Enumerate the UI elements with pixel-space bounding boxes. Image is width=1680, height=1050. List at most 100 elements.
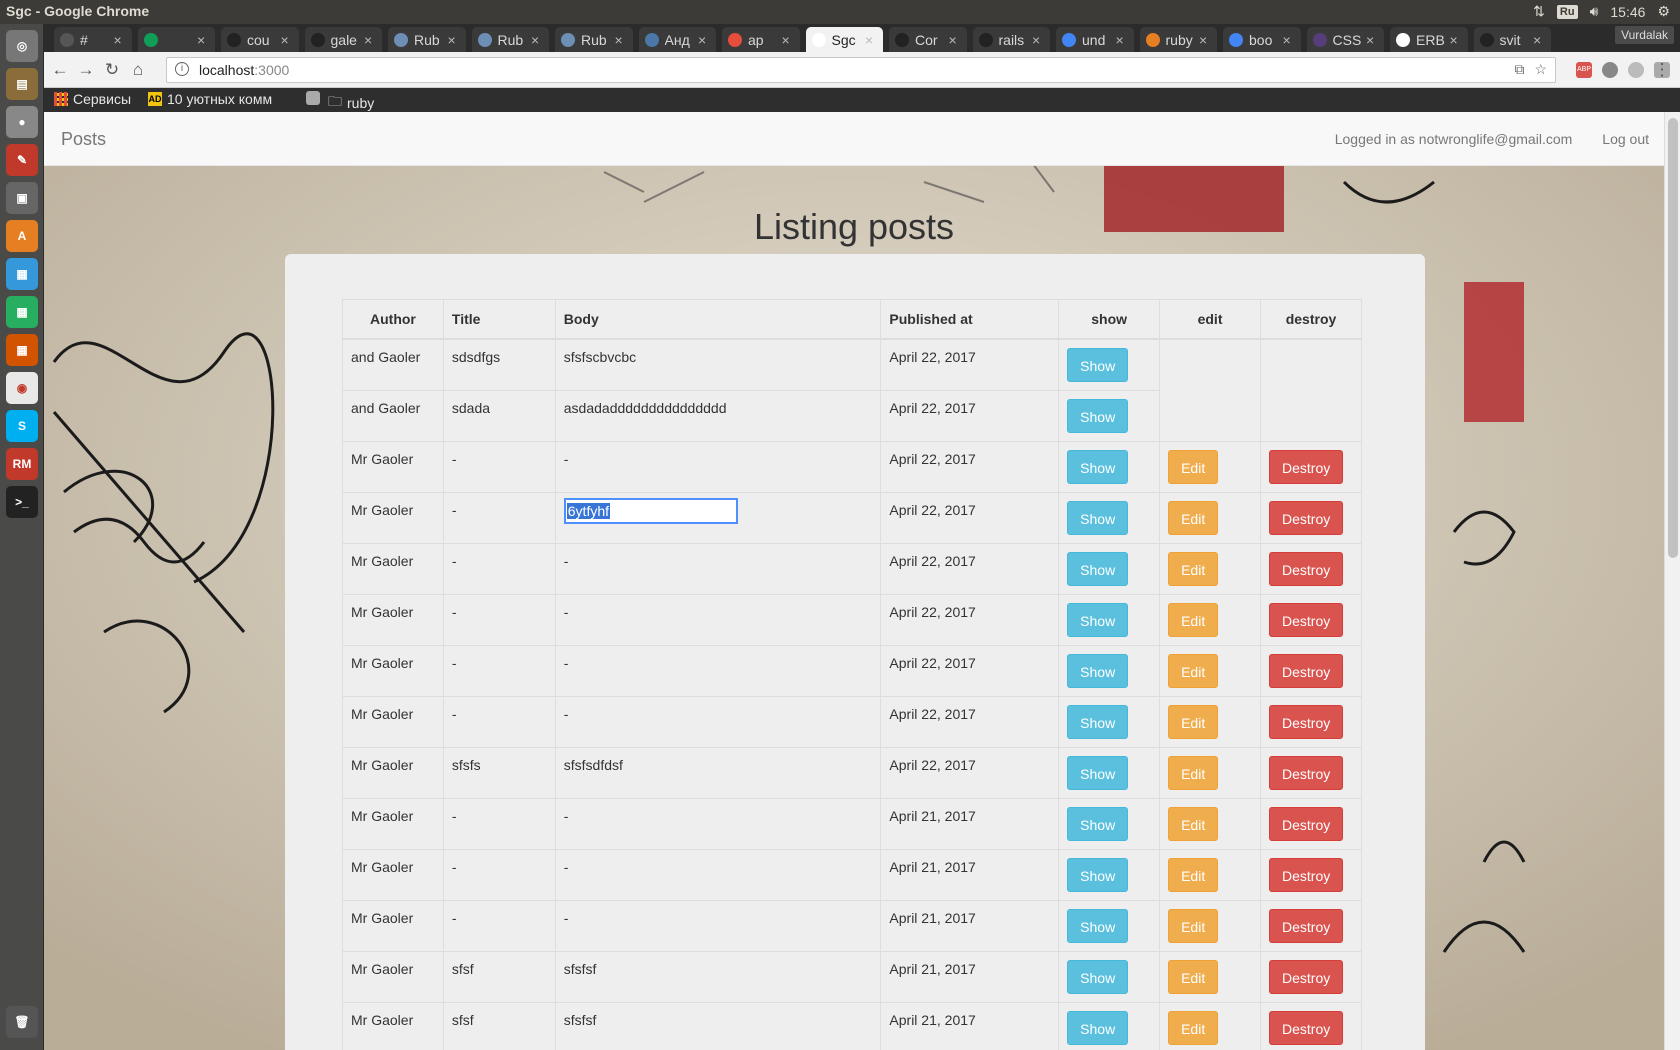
page-scrollbar[interactable] [1664,112,1680,1050]
tab-close-icon[interactable]: × [448,32,462,48]
browser-tab[interactable]: ruby × [1139,27,1217,52]
tab-close-icon[interactable]: × [281,32,295,48]
forward-icon[interactable]: → [76,60,96,80]
bookmark-apps[interactable]: Сервисы [54,91,131,107]
reload-icon[interactable]: ↻ [102,60,122,80]
home-icon[interactable]: ⌂ [128,60,148,80]
browser-tab[interactable]: cou × [221,27,299,52]
tab-close-icon[interactable]: × [865,32,879,48]
profile-button[interactable]: Vurdalak [1615,26,1674,44]
extension-circle-icon[interactable] [1628,62,1644,78]
tab-close-icon[interactable]: × [1283,32,1297,48]
destroy-button[interactable]: Destroy [1269,1010,1344,1045]
destroy-button[interactable]: Destroy [1269,449,1344,484]
keyboard-layout-indicator[interactable]: Ru [1556,4,1578,19]
calc-icon[interactable]: ▦ [6,296,38,328]
destroy-button[interactable]: Destroy [1269,806,1344,841]
edit-button[interactable]: Edit [1168,449,1219,484]
show-button[interactable]: Show [1067,1010,1129,1045]
bookmark-star-icon[interactable]: ☆ [1534,61,1547,78]
show-button[interactable]: Show [1067,602,1129,637]
browser-tab[interactable]: Rub × [555,27,633,52]
adblock-icon[interactable]: ABP [1576,62,1592,78]
edit-button[interactable]: Edit [1168,857,1219,892]
browser-tab[interactable]: und × [1056,27,1134,52]
browser-tab[interactable]: ERB × [1390,27,1468,52]
edit-button[interactable]: Edit [1168,959,1219,994]
destroy-button[interactable]: Destroy [1269,500,1344,535]
browser-tab[interactable]: gale × [304,27,382,52]
logout-link[interactable]: Log out [1587,131,1664,147]
edit-button[interactable]: Edit [1168,704,1219,739]
destroy-button[interactable]: Destroy [1269,755,1344,790]
show-button[interactable]: Show [1067,755,1129,790]
settings-gear-icon[interactable]: ⚙ [1657,3,1670,20]
chrome-icon[interactable]: ◉ [6,372,38,404]
tab-close-icon[interactable]: × [1116,32,1130,48]
bookmark-github[interactable] [306,91,320,105]
browser-tab[interactable]: Rub × [388,27,466,52]
tab-close-icon[interactable]: × [364,32,378,48]
destroy-button[interactable]: Destroy [1269,653,1344,688]
show-button[interactable]: Show [1067,347,1129,382]
tab-close-icon[interactable]: × [949,32,963,48]
rubymine-icon[interactable]: RM [6,448,38,480]
destroy-button[interactable]: Destroy [1269,602,1344,637]
tab-close-icon[interactable]: × [698,32,712,48]
browser-tab[interactable]: Cor × [889,27,967,52]
show-button[interactable]: Show [1067,959,1129,994]
edit-button[interactable]: Edit [1168,1010,1219,1045]
browser-tab[interactable]: svit × [1473,27,1551,52]
browser-tab[interactable]: Sgc × [805,27,883,52]
browser-tab[interactable]: # × [54,27,132,52]
disk-icon[interactable]: ● [6,106,38,138]
show-button[interactable]: Show [1067,653,1129,688]
navbar-brand[interactable]: Posts [61,129,106,150]
edit-button[interactable]: Edit [1168,602,1219,637]
chrome-menu-icon[interactable]: ⋮ [1652,60,1672,80]
url-text[interactable]: localhost:3000 [199,62,289,78]
tab-close-icon[interactable]: × [197,32,211,48]
destroy-button[interactable]: Destroy [1269,704,1344,739]
edit-button[interactable]: Edit [1168,908,1219,943]
browser-tab[interactable]: × [137,27,215,52]
bookmark-item[interactable]: AD 10 уютных комм [148,91,272,107]
site-info-icon[interactable]: i [175,62,189,76]
back-icon[interactable]: ← [50,60,70,80]
edit-button[interactable]: Edit [1168,806,1219,841]
tab-close-icon[interactable]: × [782,32,796,48]
show-button[interactable]: Show [1067,908,1129,943]
edit-button[interactable]: Edit [1168,551,1219,586]
trash-icon[interactable]: 🗑︎ [6,1006,38,1038]
terminal-icon[interactable]: >_ [6,486,38,518]
extension-gear-icon[interactable] [1602,62,1618,78]
dash-icon[interactable]: ◎ [6,30,38,62]
browser-tab[interactable]: Анд × [638,27,716,52]
show-button[interactable]: Show [1067,857,1129,892]
show-button[interactable]: Show [1067,449,1129,484]
camera-icon[interactable]: ▣ [6,182,38,214]
destroy-button[interactable]: Destroy [1269,551,1344,586]
tab-close-icon[interactable]: × [1533,32,1547,48]
clock[interactable]: 15:46 [1610,4,1645,20]
browser-tab[interactable]: Rub × [471,27,549,52]
body-inline-editor[interactable]: 6ytfyhf [563,497,738,524]
browser-tab[interactable]: CSS × [1306,27,1384,52]
tab-close-icon[interactable]: × [615,32,629,48]
tab-close-icon[interactable]: × [114,32,128,48]
writer-icon[interactable]: ▦ [6,258,38,290]
scrollbar-thumb[interactable] [1668,118,1678,558]
edit-button[interactable]: Edit [1168,755,1219,790]
show-button[interactable]: Show [1067,704,1129,739]
impress-icon[interactable]: ▦ [6,334,38,366]
software-center-icon[interactable]: A [6,220,38,252]
destroy-button[interactable]: Destroy [1269,908,1344,943]
tab-close-icon[interactable]: × [1199,32,1213,48]
show-button[interactable]: Show [1067,806,1129,841]
tab-close-icon[interactable]: × [531,32,545,48]
browser-tab[interactable]: boo × [1223,27,1301,52]
translate-icon[interactable]: ⧉ [1514,61,1524,78]
browser-tab[interactable]: rails × [972,27,1050,52]
address-bar[interactable]: i localhost:3000 ⧉ ☆ [166,57,1556,83]
tab-close-icon[interactable]: × [1366,32,1380,48]
